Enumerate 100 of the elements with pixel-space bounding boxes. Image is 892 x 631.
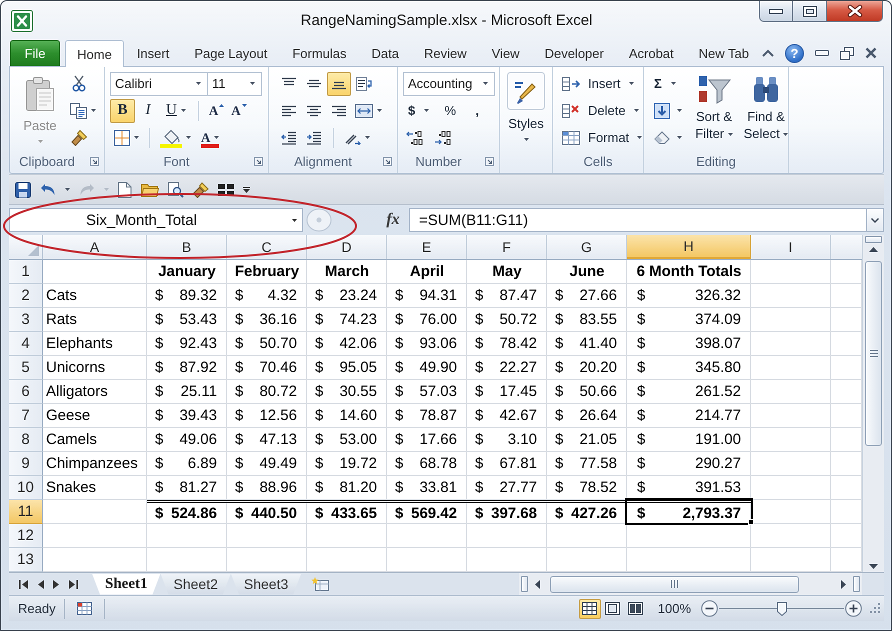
paintbrush-icon[interactable] (193, 182, 209, 198)
shrink-font-button[interactable]: A (228, 98, 244, 122)
row-header[interactable]: 7 (9, 404, 43, 428)
align-left-icon[interactable] (281, 104, 297, 116)
minimize-button[interactable] (759, 1, 793, 22)
row-header[interactable]: 2 (9, 284, 43, 308)
split-box[interactable] (853, 576, 860, 592)
autosum-button[interactable]: Σ (649, 72, 681, 96)
ribbon-tab[interactable]: Formulas (280, 40, 359, 66)
scrollbar-thumb[interactable] (550, 576, 799, 592)
close-icon[interactable] (865, 47, 877, 59)
increase-indent-icon[interactable] (306, 130, 322, 144)
ribbon-tab[interactable]: Data (360, 40, 411, 66)
percent-button[interactable]: % (439, 98, 462, 122)
dialog-launcher-icon[interactable] (254, 157, 262, 166)
bold-button[interactable]: B (110, 98, 135, 122)
column-header[interactable]: C (227, 235, 307, 259)
column-header[interactable]: I (751, 235, 831, 259)
row-header[interactable]: 6 (9, 380, 43, 404)
font-size-field[interactable]: 11 (207, 72, 262, 96)
undo-icon[interactable] (40, 182, 56, 196)
file-tab[interactable]: File (10, 40, 60, 66)
row-header[interactable]: 11 (9, 500, 43, 524)
font-color-button[interactable]: A (197, 126, 224, 150)
row-header[interactable]: 12 (9, 524, 43, 548)
scroll-up-icon[interactable] (869, 247, 878, 252)
select-all-icon[interactable] (28, 245, 39, 256)
maximize-button[interactable] (792, 1, 827, 22)
split-box[interactable] (521, 576, 528, 592)
row-header[interactable]: 3 (9, 308, 43, 332)
formula-field[interactable]: =SUM(B11:G11) (409, 208, 866, 232)
dialog-launcher-icon[interactable] (382, 157, 392, 166)
ribbon-tab[interactable]: Developer (532, 40, 616, 66)
insert-function-button[interactable]: fx (379, 208, 407, 232)
triangle-left-icon[interactable] (37, 580, 44, 588)
column-header[interactable]: E (387, 235, 467, 259)
triangle-right-icon[interactable] (53, 580, 60, 588)
print-preview-icon[interactable] (168, 182, 184, 198)
column-header[interactable]: B (147, 235, 227, 259)
ribbon-tab[interactable]: New Tab (686, 40, 761, 66)
expand-formula-button[interactable] (866, 208, 884, 232)
row-header[interactable]: 4 (9, 332, 43, 356)
sort-filter-button[interactable]: Sort & Filter (690, 71, 738, 142)
ribbon-tab[interactable]: View (480, 40, 532, 66)
font-name-field[interactable]: Calibri (110, 72, 208, 96)
open-folder-icon[interactable] (141, 182, 159, 196)
align-center-icon[interactable] (306, 104, 322, 116)
scroll-left-icon[interactable] (535, 580, 540, 588)
ribbon-tab[interactable]: Page Layout (182, 40, 280, 66)
zoom-in-icon[interactable] (845, 600, 862, 617)
row-header[interactable]: 1 (9, 260, 43, 284)
new-sheet-icon[interactable] (311, 577, 330, 591)
name-box[interactable]: Six_Month_Total (9, 208, 303, 232)
wrap-text-icon[interactable] (356, 76, 372, 90)
skip-forward-icon[interactable] (69, 580, 78, 588)
slider-thumb[interactable] (776, 602, 786, 616)
row-header[interactable]: 9 (9, 452, 43, 476)
row-header[interactable]: 8 (9, 428, 43, 452)
zoom-out-icon[interactable] (701, 600, 718, 617)
decrease-indent-icon[interactable] (281, 130, 297, 144)
normal-view-button[interactable] (578, 598, 601, 618)
currency-button[interactable]: $ (403, 98, 434, 122)
dialog-launcher-icon[interactable] (90, 157, 98, 166)
save-icon[interactable] (15, 182, 31, 198)
sheet-tab[interactable]: Sheet3 (230, 574, 302, 594)
row-header[interactable]: 5 (9, 356, 43, 380)
zoom-level[interactable]: 100% (658, 601, 691, 616)
customize-caret-icon[interactable] (243, 186, 250, 192)
underline-button[interactable]: U (161, 98, 191, 122)
sheet-tab[interactable]: Sheet1 (92, 574, 160, 594)
spreadsheet-icon[interactable] (76, 602, 92, 615)
column-header[interactable]: H (627, 235, 751, 259)
sheet-tab[interactable]: Sheet2 (160, 574, 231, 594)
format-cells-button[interactable]: Format (559, 126, 646, 150)
column-header[interactable]: F (467, 235, 547, 259)
fill-handle[interactable] (748, 519, 754, 525)
resize-grip-icon[interactable] (870, 603, 881, 614)
chevron-up-icon[interactable] (762, 49, 774, 57)
minimize-icon[interactable] (815, 50, 829, 56)
restore-icon[interactable] (840, 46, 854, 60)
ribbon-tab[interactable]: Acrobat (616, 40, 686, 66)
styles-button[interactable]: Styles (505, 71, 547, 141)
scissors-icon[interactable] (72, 75, 86, 92)
comma-style-button[interactable]: , (466, 98, 488, 122)
delete-cells-button[interactable]: Delete (559, 98, 642, 122)
column-header[interactable]: A (43, 235, 147, 259)
close-button[interactable] (826, 1, 883, 22)
row-header[interactable]: 10 (9, 476, 43, 500)
scrollbar-thumb[interactable] (865, 261, 882, 446)
find-select-button[interactable]: Find & Select (741, 71, 791, 142)
italic-button[interactable]: I (137, 98, 159, 122)
table-icon[interactable] (218, 184, 234, 196)
ribbon-tab[interactable]: Insert (124, 40, 182, 66)
ribbon-tab[interactable]: Review (412, 40, 479, 66)
scroll-down-icon[interactable] (869, 564, 878, 569)
column-header[interactable]: D (307, 235, 387, 259)
number-format-field[interactable]: Accounting (403, 72, 495, 96)
skip-back-icon[interactable] (19, 580, 28, 588)
dialog-launcher-icon[interactable] (484, 157, 494, 166)
grip-circle-icon[interactable] (306, 208, 332, 232)
